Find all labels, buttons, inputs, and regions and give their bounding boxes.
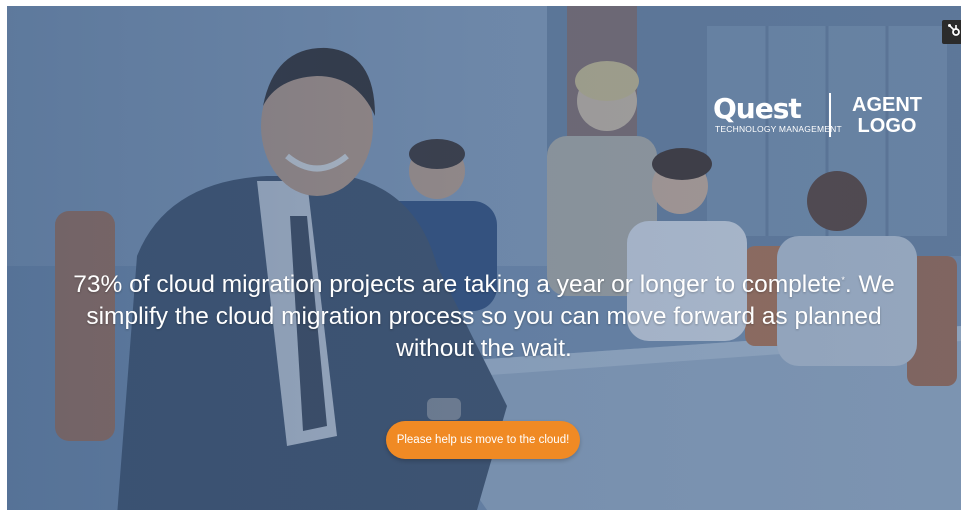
hubspot-badge[interactable] [942, 20, 961, 44]
quest-logo: Quest [713, 92, 802, 125]
move-to-cloud-button[interactable]: Please help us move to the cloud! [386, 421, 580, 459]
partner-logo-line2: LOGO [857, 115, 917, 137]
logo-divider [829, 93, 831, 137]
hubspot-sprocket-icon [947, 23, 961, 42]
brand-lockup: Quest TECHNOLOGY MANAGEMENT AGENT LOGO [709, 92, 929, 142]
headline-text: 73% of cloud migration projects are taki… [73, 271, 842, 299]
hero-headline: 73% of cloud migration projects are taki… [47, 264, 921, 365]
partner-logo: AGENT LOGO [848, 95, 926, 137]
quest-logo-tagline: TECHNOLOGY MANAGEMENT [715, 124, 842, 134]
partner-logo-line1: AGENT [852, 94, 922, 116]
